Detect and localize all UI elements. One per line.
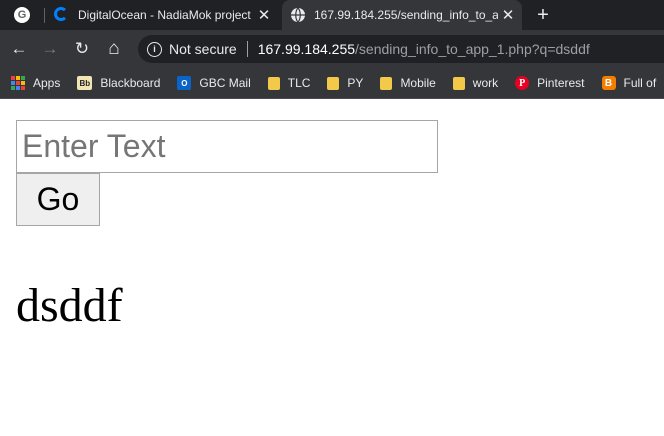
- tab-divider: [44, 8, 45, 23]
- back-button[interactable]: ←: [8, 38, 30, 60]
- bookmark-label: GBC Mail: [199, 76, 251, 90]
- go-button[interactable]: Go: [16, 173, 100, 226]
- bookmarks-bar: Apps Bb Blackboard O GBC Mail TLC PY Mob…: [0, 68, 664, 99]
- bookmark-folder-py[interactable]: PY: [327, 76, 363, 90]
- tab-active-page[interactable]: 167.99.184.255/sending_info_to_app_1.php…: [282, 0, 522, 30]
- new-tab-button[interactable]: +: [532, 3, 554, 27]
- folder-icon: [380, 76, 393, 90]
- bookmark-apps[interactable]: Apps: [11, 76, 60, 90]
- apps-icon: [11, 76, 25, 90]
- close-icon[interactable]: ✕: [498, 6, 518, 24]
- blogger-icon: B: [601, 76, 616, 90]
- bookmark-blackboard[interactable]: Bb Blackboard: [77, 76, 160, 90]
- address-bar[interactable]: i Not secure 167.99.184.255 /sending_inf…: [138, 35, 664, 63]
- tab-title: 167.99.184.255/sending_info_to_app_1.php…: [314, 8, 498, 22]
- url-host: 167.99.184.255: [257, 41, 356, 57]
- url-path: /sending_info_to_app_1.php?q=dsddf: [355, 41, 590, 57]
- bookmark-label: Mobile: [400, 76, 436, 90]
- bookmark-label: Blackboard: [100, 76, 161, 90]
- security-label[interactable]: Not secure: [169, 41, 237, 57]
- reload-button[interactable]: ↻: [71, 38, 93, 60]
- folder-icon: [452, 76, 465, 90]
- omnibox-divider: [246, 41, 248, 57]
- tab-digitalocean[interactable]: DigitalOcean - NadiaMok project ✕: [46, 0, 278, 30]
- bookmark-folder-work[interactable]: work: [452, 76, 499, 90]
- google-icon: G: [14, 7, 30, 23]
- info-icon[interactable]: i: [147, 41, 162, 57]
- bookmark-gbc-mail[interactable]: O GBC Mail: [177, 76, 251, 90]
- bookmark-label: PY: [347, 76, 364, 90]
- digitalocean-icon: [54, 7, 70, 23]
- bookmark-label: TLC: [287, 76, 311, 90]
- home-button[interactable]: ⌂: [103, 38, 125, 60]
- folder-icon: [327, 76, 340, 90]
- bookmark-label: Apps: [33, 76, 61, 90]
- bookmark-folder-mobile[interactable]: Mobile: [380, 76, 436, 90]
- google-tab[interactable]: G: [0, 0, 44, 30]
- bookmark-label: work: [472, 76, 499, 90]
- pinterest-icon: P: [515, 76, 530, 90]
- folder-icon: [267, 76, 280, 90]
- bookmark-pinterest[interactable]: P Pinterest: [515, 76, 585, 90]
- bookmark-label: Pinterest: [537, 76, 585, 90]
- bookmark-label: Full of: [623, 76, 657, 90]
- close-icon[interactable]: ✕: [254, 6, 274, 24]
- globe-icon: [290, 7, 306, 23]
- outlook-icon: O: [177, 76, 192, 90]
- bookmark-folder-tlc[interactable]: TLC: [267, 76, 311, 90]
- text-input[interactable]: [16, 120, 438, 173]
- tab-title: DigitalOcean - NadiaMok project: [78, 8, 251, 22]
- forward-button[interactable]: →: [39, 38, 61, 60]
- bookmark-full-of[interactable]: B Full of: [601, 76, 657, 90]
- tab-strip: G DigitalOcean - NadiaMok project ✕ 167.…: [0, 0, 664, 30]
- result-text: dsddf: [16, 279, 123, 332]
- browser-toolbar: ← → ↻ ⌂ i Not secure 167.99.184.255 /sen…: [0, 30, 664, 68]
- blackboard-icon: Bb: [77, 76, 93, 90]
